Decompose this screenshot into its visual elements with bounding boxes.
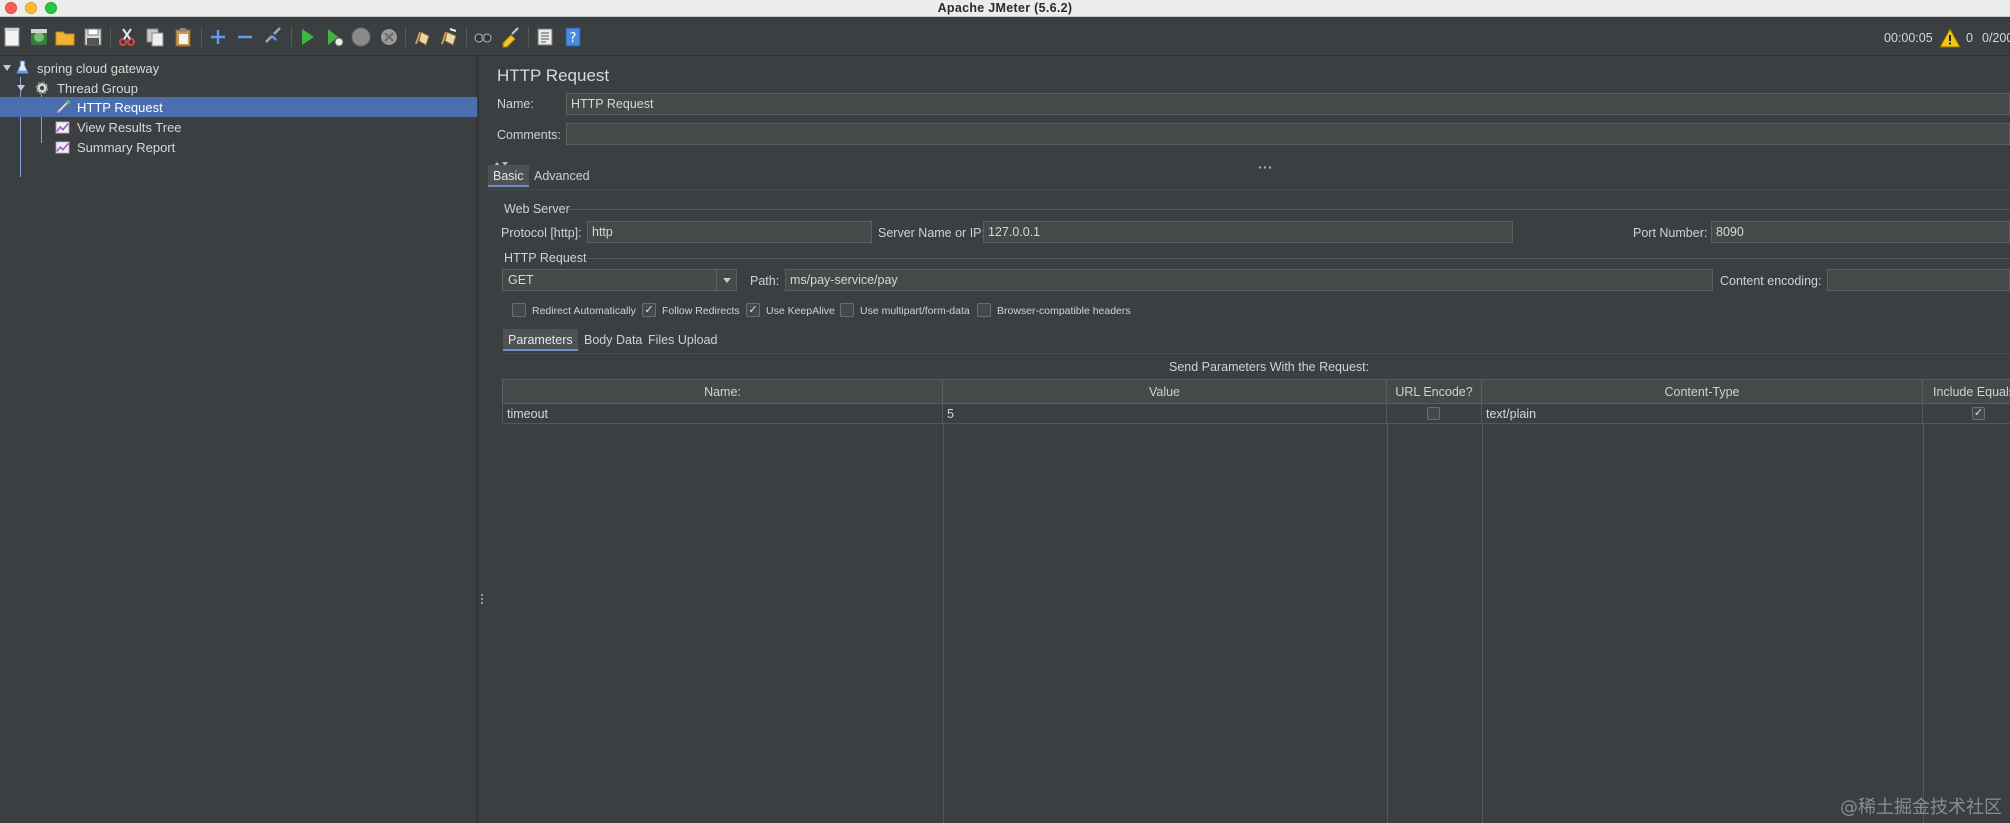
open-icon[interactable] — [53, 25, 77, 49]
port-number-label: Port Number: — [1633, 226, 1708, 240]
parameters-table: Name: Value URL Encode? Content-Type Inc… — [502, 379, 2010, 823]
include-equals-cell[interactable]: ✓ — [1923, 404, 2010, 424]
name-field[interactable]: HTTP Request — [566, 93, 2010, 115]
stop-icon[interactable] — [349, 25, 373, 49]
path-label: Path: — [750, 274, 780, 288]
warning-count: 0 — [1966, 31, 1973, 45]
comments-field[interactable] — [566, 123, 2010, 145]
listener-icon — [54, 119, 71, 136]
tree-item-view-results-tree[interactable]: View Results Tree — [0, 117, 477, 137]
web-server-group-label: Web Server — [504, 202, 570, 216]
window-title: Apache JMeter (5.6.2) — [937, 1, 1073, 15]
url-encode-checkbox[interactable] — [1427, 407, 1440, 420]
column-header-include-equals[interactable]: Include Equals — [1923, 379, 2010, 404]
use-keepalive-checkbox[interactable]: ✓ — [746, 303, 760, 317]
svg-text:?: ? — [570, 31, 577, 46]
expand-icon[interactable] — [206, 25, 230, 49]
test-plan-icon — [14, 59, 31, 76]
method-select[interactable]: GET — [502, 269, 737, 291]
tab-advanced[interactable]: Advanced — [529, 165, 595, 187]
chevron-down-icon[interactable] — [716, 270, 736, 290]
expand-arrow-icon[interactable] — [17, 85, 25, 91]
column-header-value[interactable]: Value — [943, 379, 1387, 404]
protocol-label: Protocol [http]: — [501, 226, 582, 240]
path-field[interactable]: ms/pay-service/pay — [785, 269, 1713, 291]
reset-search-icon[interactable] — [499, 25, 523, 49]
sampler-icon — [54, 98, 71, 115]
expand-arrow-icon[interactable] — [3, 65, 11, 71]
clear-all-icon[interactable] — [437, 25, 461, 49]
copy-icon[interactable] — [143, 25, 167, 49]
splitter-handle-icon[interactable] — [1258, 158, 1272, 169]
follow-redirects-label: Follow Redirects — [662, 305, 740, 317]
function-helper-icon[interactable] — [533, 25, 557, 49]
test-plan-tree: spring cloud gateway Thread Group HTTP R… — [0, 57, 477, 823]
browser-compatible-headers-label: Browser-compatible headers — [997, 305, 1131, 317]
param-value-cell[interactable]: 5 — [943, 404, 1387, 424]
redirect-automatically-label: Redirect Automatically — [532, 305, 636, 317]
save-icon[interactable] — [81, 25, 105, 49]
listener-icon — [54, 139, 71, 156]
browser-compatible-headers-checkbox[interactable] — [977, 303, 991, 317]
collapse-arrows-icon[interactable] — [492, 156, 512, 166]
content-encoding-label: Content encoding: — [1720, 274, 1822, 288]
server-name-label: Server Name or IP: — [878, 226, 985, 240]
use-multipart-label: Use multipart/form-data — [860, 305, 970, 317]
templates-icon[interactable] — [27, 25, 51, 49]
follow-redirects-checkbox[interactable]: ✓ — [642, 303, 656, 317]
http-request-panel: HTTP Request Name: HTTP Request Comments… — [486, 57, 2010, 823]
method-value: GET — [508, 273, 534, 287]
column-header-url-encode[interactable]: URL Encode? — [1387, 379, 1482, 404]
active-threads: 0/200 — [1982, 31, 2010, 45]
toggle-icon[interactable] — [261, 25, 285, 49]
new-icon[interactable] — [0, 25, 24, 49]
shutdown-icon[interactable] — [377, 25, 401, 49]
paste-icon[interactable] — [171, 25, 195, 49]
redirect-automatically-checkbox[interactable] — [512, 303, 526, 317]
cut-icon[interactable] — [115, 25, 139, 49]
content-encoding-field[interactable] — [1827, 269, 2010, 291]
name-label: Name: — [497, 97, 534, 111]
protocol-field[interactable]: http — [587, 221, 872, 243]
param-name-cell[interactable]: timeout — [502, 404, 943, 424]
search-icon[interactable] — [471, 25, 495, 49]
tree-item-thread-group[interactable]: Thread Group — [0, 78, 477, 98]
window-title-bar: Apache JMeter (5.6.2) — [0, 0, 2010, 17]
help-icon[interactable]: ? — [561, 25, 585, 49]
content-type-cell[interactable]: text/plain — [1482, 404, 1923, 424]
split-handle-icon[interactable] — [480, 594, 484, 608]
gear-icon — [33, 79, 50, 96]
warning-icon[interactable] — [1938, 26, 1962, 50]
column-header-name[interactable]: Name: — [502, 379, 943, 404]
parameters-caption: Send Parameters With the Request: — [1169, 360, 1370, 374]
tab-basic[interactable]: Basic — [488, 165, 529, 187]
http-request-group-label: HTTP Request — [504, 251, 587, 265]
column-header-content-type[interactable]: Content-Type — [1482, 379, 1923, 404]
watermark: @稀土掘金技术社区 — [1840, 797, 2002, 818]
include-equals-checkbox[interactable]: ✓ — [1972, 407, 1985, 420]
tab-body-data[interactable]: Body Data — [579, 329, 647, 351]
tree-item-test-plan[interactable]: spring cloud gateway — [0, 58, 477, 78]
collapse-icon[interactable] — [233, 25, 257, 49]
server-name-field[interactable]: 127.0.0.1 — [983, 221, 1513, 243]
use-multipart-checkbox[interactable] — [840, 303, 854, 317]
page-title: HTTP Request — [497, 66, 610, 85]
split-pane-divider[interactable] — [478, 57, 486, 823]
start-no-pauses-icon[interactable] — [322, 25, 346, 49]
comments-label: Comments: — [497, 128, 561, 142]
tab-files-upload[interactable]: Files Upload — [643, 329, 722, 351]
url-encode-cell[interactable] — [1387, 404, 1482, 424]
tree-item-summary-report[interactable]: Summary Report — [0, 137, 477, 157]
port-number-field[interactable]: 8090 — [1711, 221, 2010, 243]
start-icon[interactable] — [295, 25, 319, 49]
use-keepalive-label: Use KeepAlive — [766, 305, 835, 317]
clear-icon[interactable] — [410, 25, 434, 49]
tree-item-http-request[interactable]: HTTP Request — [0, 97, 477, 117]
elapsed-time: 00:00:05 — [1884, 31, 1933, 45]
toolbar: ? 00:00:05 0 0/200 — [0, 18, 2010, 56]
tab-parameters[interactable]: Parameters — [503, 329, 578, 351]
